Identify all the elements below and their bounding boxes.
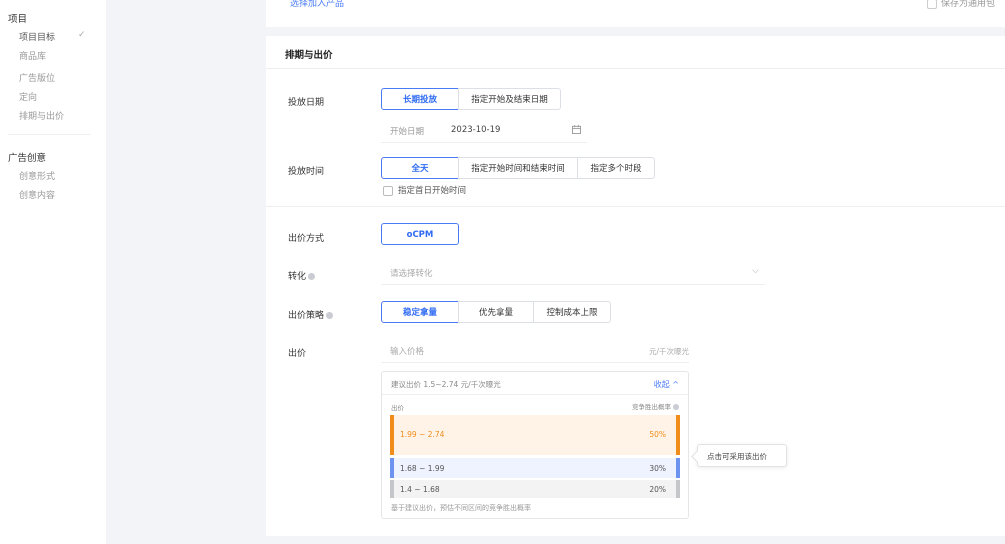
sidebar-section-project: 项目 bbox=[8, 14, 28, 25]
collapse-button[interactable]: 收起 ^ bbox=[654, 379, 679, 390]
sidebar-section-creative: 广告创意 bbox=[8, 153, 47, 164]
bid-range: 1.99 ~ 2.74 bbox=[400, 430, 445, 439]
sidebar-item-product-library[interactable]: 商品库 bbox=[19, 49, 46, 62]
specify-time-range-button[interactable]: 指定开始时间和结束时间 bbox=[458, 157, 578, 179]
sidebar-item-creative-content[interactable]: 创意内容 bbox=[19, 188, 55, 201]
delivery-date-label: 投放日期 bbox=[288, 98, 325, 108]
card-header: 排期与出价 bbox=[266, 36, 1005, 69]
check-icon: ✓ bbox=[78, 30, 86, 40]
price-input[interactable]: 输入价格 元/千次曝光 bbox=[381, 342, 689, 363]
save-as-package-checkbox[interactable]: 保存为通用包 bbox=[926, 0, 995, 9]
panel-footnote: 基于建议出价，预估不同区间的竞争胜出概率 bbox=[391, 504, 531, 512]
bid-range: 1.68 ~ 1.99 bbox=[400, 464, 445, 473]
win-rate-header-text: 竞争胜出概率 bbox=[632, 403, 671, 411]
suggested-bid-panel: 建议出价 1.5~2.74 元/千次曝光 收起 ^ 出价 竞争胜出概率 1.99… bbox=[381, 371, 689, 519]
sidebar-item-creative-format[interactable]: 创意形式 bbox=[19, 169, 55, 182]
start-date-field[interactable]: 开始日期 2023-10-19 bbox=[381, 122, 587, 143]
sidebar-item-targeting[interactable]: 定向 bbox=[19, 90, 37, 103]
apply-bid-tooltip: 点击可采用该出价 bbox=[697, 444, 787, 467]
win-rate: 20% bbox=[649, 485, 666, 494]
bid-column-header: 出价 bbox=[391, 404, 404, 412]
chevron-down-icon: ⌵ bbox=[752, 266, 759, 276]
win-rate: 50% bbox=[649, 430, 666, 439]
range-bar-right bbox=[676, 480, 680, 498]
start-date-value: 2023-10-19 bbox=[451, 125, 501, 135]
price-placeholder: 输入价格 bbox=[390, 347, 425, 357]
bid-strategy-label-text: 出价策略 bbox=[288, 311, 325, 321]
cost-cap-button[interactable]: 控制成本上限 bbox=[533, 301, 611, 323]
sidebar-item-ad-placement[interactable]: 广告版位 bbox=[19, 71, 55, 84]
start-date-label: 开始日期 bbox=[390, 127, 425, 137]
price-unit: 元/千次曝光 bbox=[648, 347, 689, 356]
sidebar-item-project-goal[interactable]: 项目目标 bbox=[19, 30, 55, 43]
bid-strategy-label: 出价策略 bbox=[288, 308, 334, 321]
bid-range-row-low[interactable]: 1.4 ~ 1.68 20% bbox=[390, 480, 680, 498]
first-day-start-checkbox[interactable]: 指定首日开始时间 bbox=[383, 184, 466, 196]
info-icon bbox=[673, 404, 679, 410]
sidebar-item-schedule-bid[interactable]: 排期与出价 bbox=[19, 109, 64, 122]
conversion-label-text: 转化 bbox=[288, 272, 307, 282]
bid-method-label: 出价方式 bbox=[288, 234, 325, 244]
suggested-bid-text: 建议出价 1.5~2.74 元/千次曝光 bbox=[391, 380, 501, 389]
info-icon bbox=[326, 312, 334, 319]
range-bar-left bbox=[390, 458, 394, 478]
all-day-button[interactable]: 全天 bbox=[381, 157, 459, 179]
priority-volume-button[interactable]: 优先拿量 bbox=[458, 301, 534, 323]
calendar-icon[interactable] bbox=[572, 125, 581, 134]
save-as-package-label: 保存为通用包 bbox=[940, 0, 995, 9]
multiple-periods-button[interactable]: 指定多个时段 bbox=[577, 157, 655, 179]
info-icon bbox=[308, 273, 316, 280]
win-rate-column-header: 竞争胜出概率 bbox=[632, 401, 679, 411]
add-product-link[interactable]: 选择加入产品 bbox=[290, 0, 344, 9]
specify-date-range-button[interactable]: 指定开始及结束日期 bbox=[458, 88, 561, 110]
ocpm-button[interactable]: oCPM bbox=[381, 223, 459, 245]
conversion-placeholder: 请选择转化 bbox=[390, 269, 433, 279]
previous-section-card: 选择加入产品 保存为通用包 bbox=[266, 0, 1005, 27]
first-day-start-label: 指定首日开始时间 bbox=[398, 186, 467, 196]
delivery-time-label: 投放时间 bbox=[288, 167, 325, 177]
stable-volume-button[interactable]: 稳定拿量 bbox=[381, 301, 459, 323]
long-term-delivery-button[interactable]: 长期投放 bbox=[381, 88, 459, 110]
range-bar-left bbox=[390, 415, 394, 455]
bid-range: 1.4 ~ 1.68 bbox=[400, 485, 440, 494]
schedule-bid-card: 排期与出价 投放日期 长期投放 指定开始及结束日期 开始日期 2023-10-1… bbox=[266, 36, 1005, 536]
section-divider bbox=[266, 206, 1005, 207]
conversion-label: 转化 bbox=[288, 269, 316, 282]
checkbox-icon bbox=[383, 185, 393, 196]
sidebar: 项目 项目目标 ✓ 商品库 广告版位 定向 排期与出价 广告创意 创意形式 创意… bbox=[0, 0, 106, 544]
range-bar-right bbox=[676, 458, 680, 478]
bid-range-row-high[interactable]: 1.99 ~ 2.74 50% bbox=[390, 415, 680, 455]
checkbox-icon bbox=[926, 0, 937, 9]
panel-divider bbox=[382, 394, 688, 395]
range-bar-left bbox=[390, 480, 394, 498]
conversion-select[interactable]: 请选择转化 ⌵ bbox=[381, 264, 765, 285]
win-rate: 30% bbox=[649, 464, 666, 473]
bid-range-row-mid[interactable]: 1.68 ~ 1.99 30% bbox=[390, 458, 680, 478]
tooltip-text: 点击可采用该出价 bbox=[707, 452, 767, 461]
price-label: 出价 bbox=[288, 349, 307, 359]
range-bar-right bbox=[676, 415, 680, 455]
card-title: 排期与出价 bbox=[285, 50, 333, 61]
sidebar-divider bbox=[8, 134, 90, 135]
